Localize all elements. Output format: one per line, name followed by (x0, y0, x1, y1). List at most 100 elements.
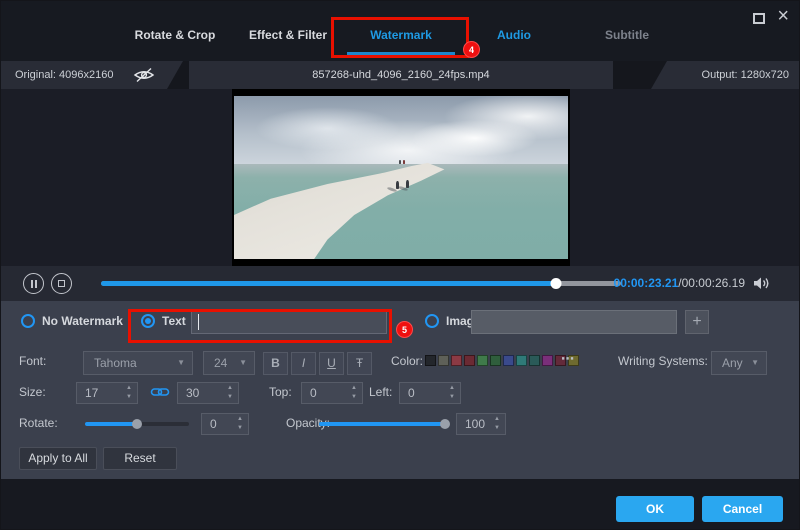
watermark-dialog: Rotate & Crop Effect & Filter Watermark … (0, 0, 800, 530)
close-icon[interactable]: × (777, 7, 789, 25)
active-tab-underline (347, 52, 455, 55)
top-label: Top: (269, 385, 292, 399)
size-width-stepper[interactable]: 17 ▲▼ (76, 382, 138, 404)
pause-button[interactable] (23, 273, 44, 294)
seek-bar-fill (101, 281, 556, 286)
color-swatch[interactable] (529, 355, 540, 366)
rotate-slider-fill (85, 422, 137, 426)
tab-audio[interactable]: Audio (458, 28, 570, 42)
person (396, 181, 399, 189)
player-bar: 00:00:23.21/00:00:26.19 (1, 266, 800, 301)
color-swatch[interactable] (516, 355, 527, 366)
rotate-label: Rotate: (19, 416, 58, 430)
rotate-slider-thumb[interactable] (132, 419, 142, 429)
color-swatches (425, 355, 579, 366)
tab-subtitle[interactable]: Subtitle (571, 28, 683, 42)
top-stepper[interactable]: 0 ▲▼ (301, 382, 363, 404)
no-watermark-radio[interactable] (21, 314, 35, 328)
window-controls: × (753, 7, 789, 25)
tab-watermark[interactable]: Watermark (345, 28, 457, 42)
seek-bar[interactable] (101, 281, 621, 286)
strikethrough-button[interactable]: Ŧ (347, 352, 372, 375)
output-resolution: Output: 1280x720 (651, 61, 800, 89)
current-time: 00:00:23.21 (614, 276, 679, 290)
font-label: Font: (19, 354, 46, 368)
rotate-slider[interactable] (85, 422, 189, 426)
text-cursor (198, 314, 199, 330)
color-swatch[interactable] (503, 355, 514, 366)
opacity-slider[interactable] (319, 422, 449, 426)
maximize-icon[interactable] (753, 13, 765, 24)
annotation-step-badge: 4 (463, 41, 480, 58)
stepper-arrows[interactable]: ▲▼ (449, 384, 455, 402)
tab-effect-filter[interactable]: Effect & Filter (232, 28, 344, 42)
underline-button[interactable]: U (319, 352, 344, 375)
tab-watermark-label: Watermark (370, 28, 432, 42)
sky (234, 96, 568, 164)
color-swatch[interactable] (490, 355, 501, 366)
text-watermark-option[interactable]: Text (141, 314, 186, 328)
color-swatch[interactable] (464, 355, 475, 366)
annotation-step-badge: 5 (396, 321, 413, 338)
color-swatch[interactable] (425, 355, 436, 366)
watermark-text-input[interactable] (191, 310, 387, 334)
stepper-arrows[interactable]: ▲▼ (126, 384, 132, 402)
original-resolution-label: Original: 4096x2160 (15, 69, 113, 81)
cancel-button[interactable]: Cancel (702, 496, 783, 522)
watermark-image-input[interactable] (471, 310, 677, 334)
reset-button[interactable]: Reset (103, 447, 177, 470)
stepper-arrows[interactable]: ▲▼ (227, 384, 233, 402)
time-display: 00:00:23.21/00:00:26.19 (614, 276, 745, 290)
color-swatch[interactable] (438, 355, 449, 366)
pause-icon (31, 280, 33, 288)
video-preview-area (1, 89, 800, 266)
color-swatch[interactable] (477, 355, 488, 366)
tab-rotate-crop[interactable]: Rotate & Crop (119, 28, 231, 42)
color-swatch[interactable] (542, 355, 553, 366)
dialog-footer: OK Cancel (1, 479, 800, 530)
eye-slash-icon[interactable] (133, 67, 155, 86)
image-radio[interactable] (425, 314, 439, 328)
size-label: Size: (19, 385, 46, 399)
bold-button[interactable]: B (263, 352, 288, 375)
add-image-button[interactable]: + (685, 310, 709, 334)
left-stepper[interactable]: 0 ▲▼ (399, 382, 461, 404)
no-watermark-option[interactable]: No Watermark (21, 314, 123, 328)
beach-video-still (234, 96, 568, 259)
font-family-dropdown[interactable]: Tahoma ▼ (83, 351, 193, 375)
italic-button[interactable]: I (291, 352, 316, 375)
person (406, 180, 409, 188)
opacity-slider-fill (319, 422, 449, 426)
chevron-down-icon: ▼ (751, 352, 759, 374)
no-watermark-label: No Watermark (42, 314, 123, 328)
opacity-slider-thumb[interactable] (440, 419, 450, 429)
size-height-stepper[interactable]: 30 ▲▼ (177, 382, 239, 404)
stepper-arrows[interactable]: ▲▼ (237, 415, 243, 433)
original-resolution: Original: 4096x2160 (1, 61, 183, 89)
more-colors-button[interactable]: ⋯ (561, 351, 575, 367)
tab-bar: Rotate & Crop Effect & Filter Watermark … (119, 28, 683, 42)
left-label: Left: (369, 385, 392, 399)
seek-bar-thumb[interactable] (551, 278, 562, 289)
chevron-down-icon: ▼ (239, 352, 247, 374)
stop-button[interactable] (51, 273, 72, 294)
color-swatch[interactable] (451, 355, 462, 366)
opacity-stepper[interactable]: 100 ▲▼ (456, 413, 506, 435)
text-label: Text (162, 314, 186, 328)
stepper-arrows[interactable]: ▲▼ (494, 415, 500, 433)
stepper-arrows[interactable]: ▲▼ (351, 384, 357, 402)
font-size-dropdown[interactable]: 24 ▼ (203, 351, 255, 375)
volume-icon[interactable] (753, 276, 772, 296)
video-frame[interactable] (232, 89, 570, 266)
text-radio[interactable] (141, 314, 155, 328)
apply-to-all-button[interactable]: Apply to All (19, 447, 97, 470)
title-bar: Rotate & Crop Effect & Filter Watermark … (1, 1, 800, 61)
ok-button[interactable]: OK (616, 496, 694, 522)
writing-systems-label: Writing Systems: (618, 354, 708, 368)
stop-icon (58, 280, 65, 287)
rotate-stepper[interactable]: 0 ▲▼ (201, 413, 249, 435)
writing-systems-dropdown[interactable]: Any ▼ (711, 351, 767, 375)
total-time: 00:00:26.19 (682, 276, 745, 290)
color-label: Color: (391, 354, 423, 368)
link-dimensions-icon[interactable] (150, 385, 170, 404)
